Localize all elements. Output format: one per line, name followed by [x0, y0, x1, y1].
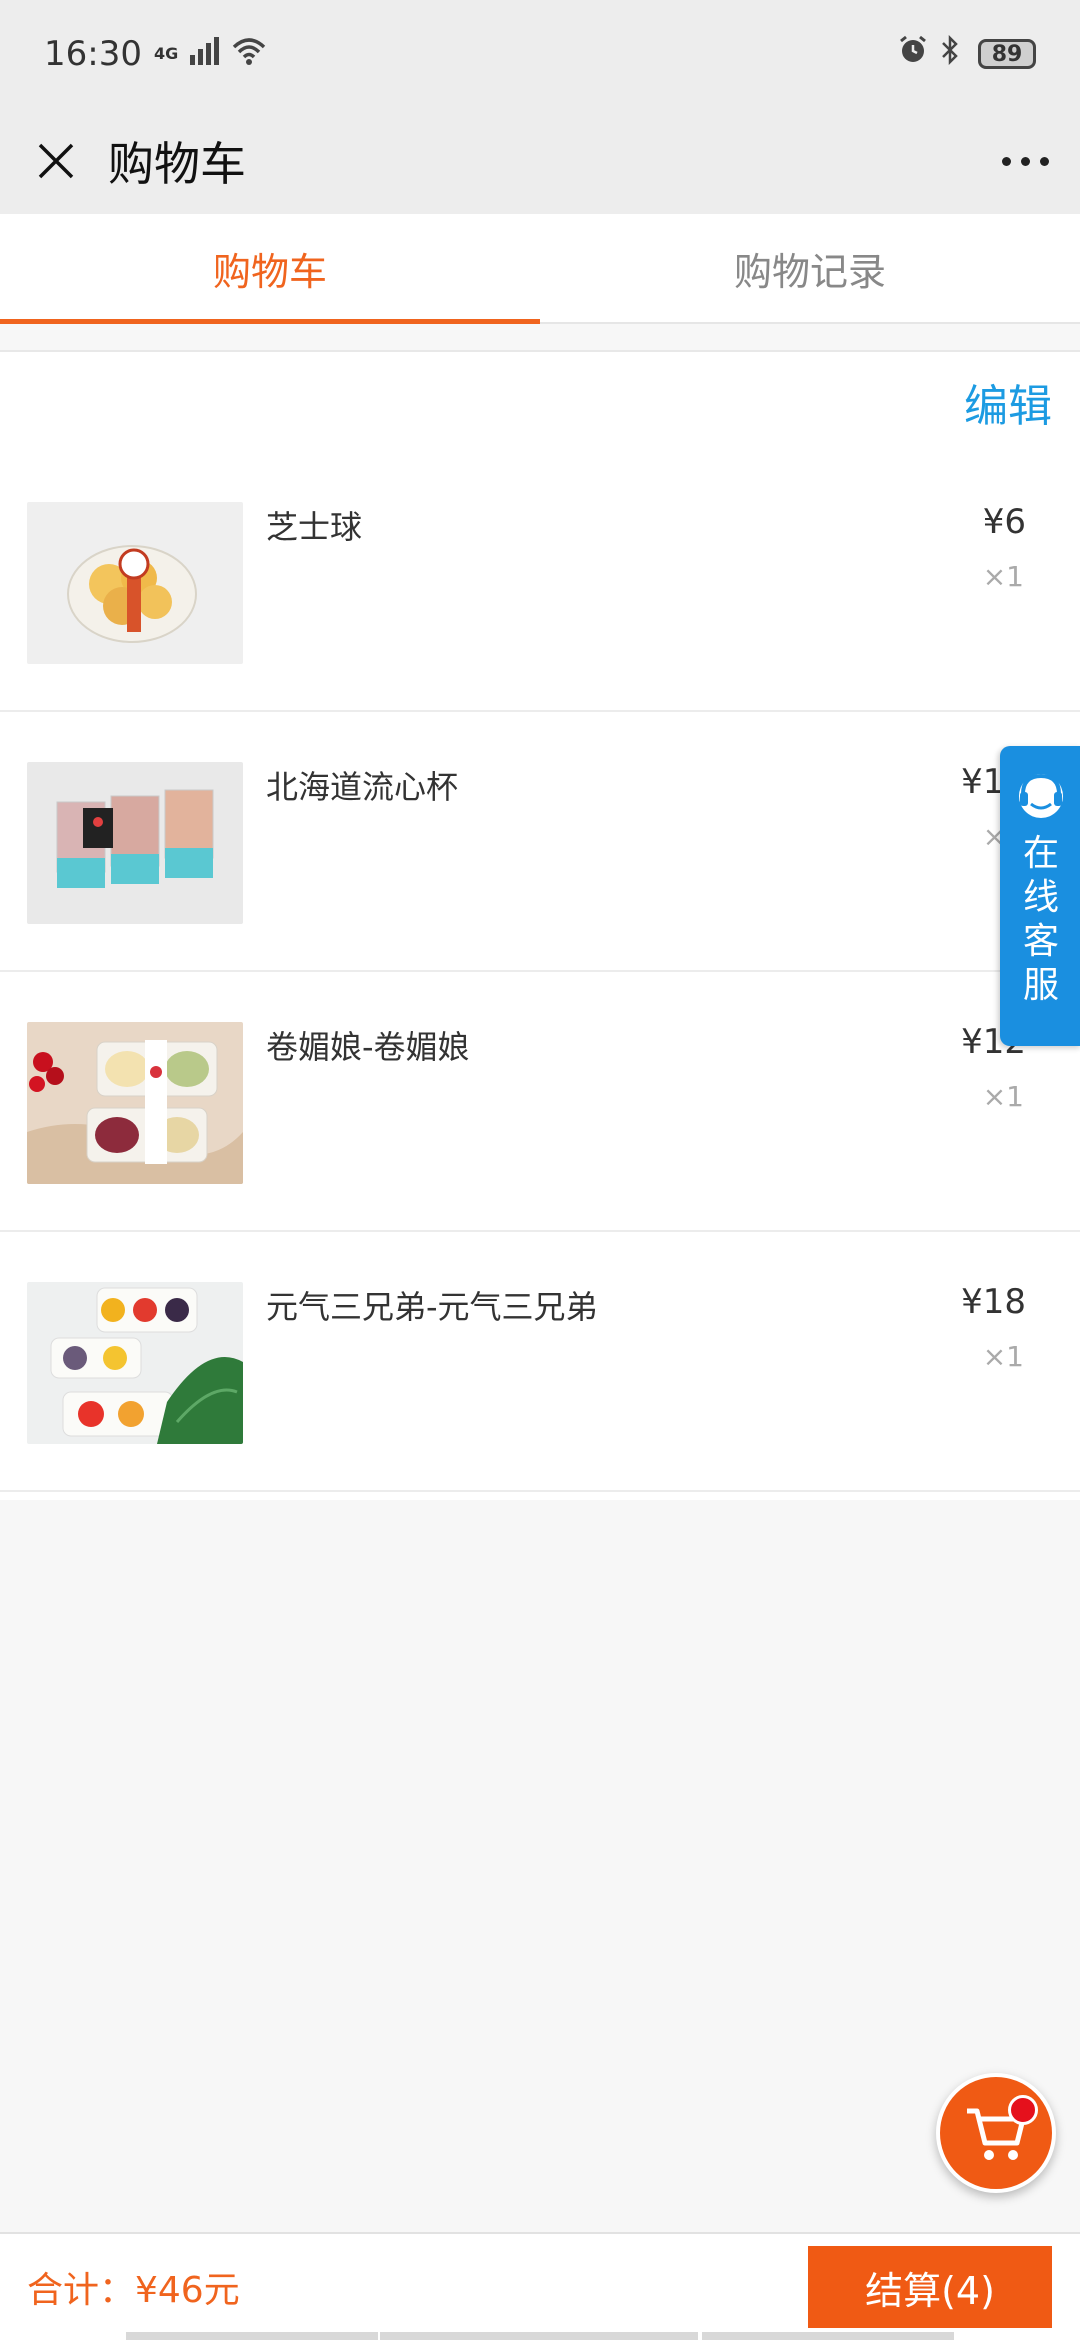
more-icon-dot	[1039, 156, 1049, 166]
alarm-icon	[898, 34, 928, 74]
tab-cart[interactable]: 购物车	[0, 214, 540, 324]
network-type: 4G	[153, 44, 179, 63]
product-name: 卷媚娘-卷媚娘	[266, 1028, 470, 1066]
cart-badge-dot	[1008, 2095, 1038, 2125]
status-right: 89	[898, 34, 1036, 74]
product-image	[27, 1022, 243, 1184]
product-price: ¥18	[961, 1282, 1026, 1322]
cart-fab-button[interactable]	[936, 2073, 1056, 2193]
more-icon	[1001, 156, 1011, 166]
online-service-button[interactable]: 在线客服	[1000, 746, 1080, 1046]
checkout-bar: 合计：¥46元 结算(4)	[0, 2232, 1080, 2340]
close-icon	[38, 143, 74, 179]
product-quantity: ×1	[982, 1080, 1024, 1113]
home-indicator	[380, 2332, 698, 2340]
checkout-button[interactable]: 结算(4)	[808, 2246, 1052, 2328]
online-service-label: 在线客服	[1022, 833, 1059, 1006]
status-bar: 16:30 4G 89	[0, 0, 1080, 108]
cart-item[interactable]: 元气三兄弟-元气三兄弟 ¥18 ×1	[0, 1232, 1080, 1492]
page-title: 购物车	[108, 137, 246, 191]
title-bar: 购物车	[0, 108, 1080, 214]
product-quantity: ×1	[982, 1340, 1024, 1373]
more-icon-dot	[1020, 156, 1030, 166]
product-image	[27, 1282, 243, 1444]
product-quantity: ×1	[982, 560, 1024, 593]
cart-item[interactable]: 芝士球 ¥6 ×1	[0, 452, 1080, 712]
product-name: 北海道流心杯	[266, 768, 459, 806]
product-image	[27, 762, 243, 924]
total-amount: 合计：¥46元	[27, 2270, 240, 2311]
more-button[interactable]	[970, 108, 1080, 214]
signal-icon	[190, 34, 220, 74]
tab-purchase-history[interactable]: 购物记录	[540, 214, 1080, 322]
product-name: 元气三兄弟-元气三兄弟	[266, 1288, 598, 1326]
tab-bar: 购物车 购物记录	[0, 214, 1080, 324]
headset-icon	[1019, 773, 1063, 818]
home-indicator	[702, 2332, 954, 2340]
product-image	[27, 502, 243, 664]
status-left: 16:30 4G	[44, 34, 266, 74]
product-name: 芝士球	[266, 508, 363, 546]
battery-icon: 89	[978, 39, 1036, 69]
edit-row: 编辑	[0, 352, 1080, 452]
wifi-icon	[232, 34, 266, 74]
status-time: 16:30	[44, 34, 142, 74]
edit-button[interactable]: 编辑	[964, 370, 1052, 434]
bluetooth-icon	[940, 34, 960, 74]
cart-list: 编辑 芝士球 ¥6 ×1 北海道流心杯 ¥10 卷媚娘-卷媚娘 ¥12 ×1 元…	[0, 350, 1080, 1500]
close-button[interactable]	[4, 108, 108, 214]
product-price: ¥6	[982, 502, 1026, 542]
cart-item[interactable]: 北海道流心杯 ¥10 ×1	[0, 712, 1080, 972]
home-indicator	[126, 2332, 378, 2340]
cart-item[interactable]: 卷媚娘-卷媚娘 ¥12 ×1	[0, 972, 1080, 1232]
